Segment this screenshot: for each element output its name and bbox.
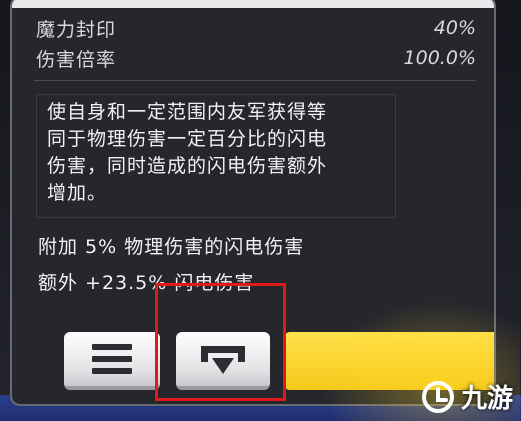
stat-value: 40% (433, 17, 476, 39)
watermark-text: 九游 (460, 384, 513, 414)
nine-game-logo-icon (421, 380, 454, 413)
watermark: 九游 (421, 378, 513, 415)
skill-description: 使自身和一定范围内友军获得等 同于物理伤害一定百分比的闪电 伤害，同时造成的闪电… (36, 94, 396, 218)
list-button[interactable] (64, 332, 160, 390)
description-line: 同于物理伤害一定百分比的闪电 (47, 128, 328, 150)
panel-header-stripe (12, 0, 494, 8)
list-icon (92, 344, 132, 374)
description-line: 伤害，同时造成的闪电伤害额外 (47, 155, 328, 177)
stat-row-damage-multiplier: 伤害倍率 100.0% (36, 46, 476, 71)
description-line: 使自身和一定范围内友军获得等 (47, 101, 328, 123)
stat-value: 100.0% (403, 47, 476, 69)
stat-row-magic-seal: 魔力封印 40% (36, 16, 476, 41)
stat-name: 伤害倍率 (36, 48, 117, 71)
highlight-frame (155, 283, 286, 401)
bonus-line-lightning-added: 附加 5% 物理伤害的闪电伤害 (38, 236, 305, 258)
game-screen: 魔力封印 40% 伤害倍率 100.0% 使自身和一定范围内友军获得等 同于物理… (0, 0, 521, 421)
divider (34, 80, 476, 81)
description-line: 增加。 (47, 182, 108, 204)
stat-name: 魔力封印 (36, 18, 117, 41)
